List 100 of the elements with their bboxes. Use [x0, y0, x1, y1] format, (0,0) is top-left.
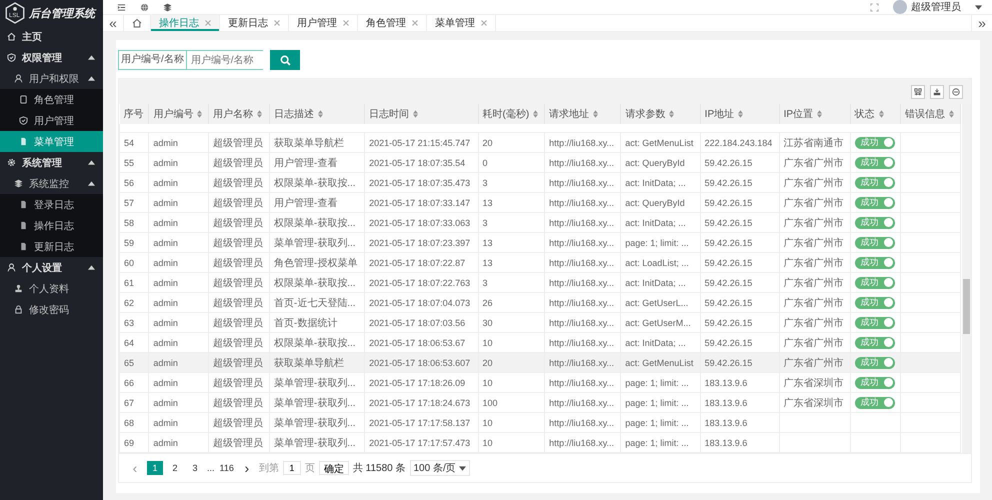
- table-cell: 2021-05-17 18:06:53.607: [364, 352, 478, 372]
- table-cell: 10: [478, 432, 545, 452]
- tab[interactable]: 更新日志: [220, 15, 289, 31]
- sort-icon[interactable]: [257, 110, 262, 118]
- table-cell: 2021-05-17 17:17:58.137: [364, 412, 478, 432]
- page-size-select[interactable]: 100 条/页: [410, 460, 470, 476]
- table-cell: 2021-05-17 21:15:45.747: [364, 132, 478, 152]
- column-header[interactable]: IP位置: [779, 104, 850, 124]
- column-header[interactable]: 错误信息: [900, 104, 960, 124]
- table-cell: admin: [148, 432, 209, 452]
- sidebar-item[interactable]: 系统监控: [0, 173, 103, 194]
- avatar[interactable]: [893, 0, 907, 14]
- sort-icon[interactable]: [817, 110, 822, 118]
- sort-icon[interactable]: [878, 110, 884, 118]
- table-cell: 菜单管理-获取列...: [269, 392, 365, 412]
- user-menu[interactable]: 超级管理员: [911, 0, 961, 14]
- table-cell: 2021-05-17 18:07:03.56: [364, 312, 478, 332]
- table-cell: act: QueryById: [620, 152, 700, 172]
- globe-icon[interactable]: [140, 2, 149, 12]
- table-cell: 超级管理员: [208, 312, 270, 332]
- table-cell: 超级管理员: [208, 432, 270, 452]
- table-cell: admin: [148, 392, 209, 412]
- sidebar-item[interactable]: 角色管理: [0, 89, 103, 110]
- table-cell: act: GetMenuList: [620, 132, 700, 152]
- table-cell: admin: [148, 152, 209, 172]
- menu-toggle-icon[interactable]: [117, 2, 126, 12]
- tab[interactable]: 用户管理: [289, 15, 358, 31]
- sidebar-item[interactable]: 操作日志: [0, 215, 103, 236]
- table-cell: 权限菜单-获取按...: [269, 272, 365, 292]
- scroll-left-button[interactable]: «: [103, 15, 124, 31]
- table-cell: 广东省深圳市: [779, 392, 850, 412]
- shield-check-icon: [19, 116, 28, 125]
- table-cell: 2021-05-17 17:18:24.673: [364, 392, 478, 412]
- table-cell: 广东省广州市: [779, 272, 850, 292]
- confirm-button[interactable]: 确定: [318, 461, 349, 475]
- column-header[interactable]: 用户编号: [148, 104, 209, 124]
- sidebar-item[interactable]: 登录日志: [0, 194, 103, 215]
- table-cell: 63: [120, 312, 149, 332]
- table-cell: 广东省广州市: [779, 312, 850, 332]
- sidebar-item[interactable]: 用户和权限: [0, 68, 103, 89]
- table-cell: 广东省广州市: [779, 152, 850, 172]
- sidebar-item[interactable]: 系统管理: [0, 152, 103, 173]
- table-cell: act: GetUserM...: [620, 312, 700, 332]
- print-button[interactable]: [949, 84, 963, 98]
- column-header[interactable]: 日志描述: [269, 104, 365, 124]
- table-cell: 权限菜单-获取按...: [269, 212, 365, 232]
- fullscreen-icon[interactable]: [870, 2, 879, 12]
- sidebar-item[interactable]: 修改密码: [0, 299, 103, 320]
- scroll-right-button[interactable]: »: [971, 15, 992, 31]
- columns-button[interactable]: [911, 84, 925, 98]
- column-header[interactable]: 日志时间: [364, 104, 478, 124]
- column-header[interactable]: 耗时(毫秒): [478, 104, 545, 124]
- table-cell: http://liu168.xy...: [544, 232, 621, 252]
- sidebar-item[interactable]: 主页: [0, 26, 103, 47]
- column-header[interactable]: 请求地址: [544, 104, 621, 124]
- table-cell: 超级管理员: [208, 292, 270, 312]
- close-icon[interactable]: [205, 20, 211, 26]
- page-button[interactable]: 2: [167, 461, 183, 475]
- column-header[interactable]: IP地址: [700, 104, 780, 124]
- page-input[interactable]: 1: [282, 461, 301, 475]
- sidebar-item[interactable]: 权限管理: [0, 47, 103, 68]
- tab[interactable]: 角色管理: [358, 15, 427, 31]
- sort-icon[interactable]: [533, 110, 538, 118]
- close-icon[interactable]: [412, 20, 418, 26]
- column-header[interactable]: 请求参数: [620, 104, 700, 124]
- column-header[interactable]: 用户名称: [208, 104, 270, 124]
- sidebar-item[interactable]: 个人资料: [0, 278, 103, 299]
- export-button[interactable]: [930, 84, 944, 98]
- table-cell: 59.42.26.15: [700, 352, 780, 372]
- tab[interactable]: 菜单管理: [427, 15, 496, 31]
- close-icon[interactable]: [343, 20, 349, 26]
- sort-icon[interactable]: [318, 110, 323, 118]
- sidebar-item[interactable]: 菜单管理: [0, 131, 103, 152]
- table-cell: 广东省深圳市: [779, 372, 850, 392]
- table-cell: act: LoadList; ...: [620, 252, 700, 272]
- close-icon[interactable]: [274, 20, 280, 26]
- sort-icon[interactable]: [197, 110, 202, 118]
- sidebar-item[interactable]: 用户管理: [0, 110, 103, 131]
- table-cell: 广东省广州市: [779, 292, 850, 312]
- table-cell: 超级管理员: [208, 392, 270, 412]
- next-page-button[interactable]: ›: [238, 461, 255, 475]
- page-button[interactable]: 116: [218, 461, 235, 475]
- sort-icon[interactable]: [738, 110, 744, 118]
- page-button[interactable]: 3: [187, 461, 203, 475]
- table-cell: 用户管理-查看: [269, 192, 365, 212]
- table-cell: 菜单管理-获取列...: [269, 432, 365, 452]
- page-button[interactable]: 1: [147, 461, 163, 475]
- table-cell: 13: [478, 232, 545, 252]
- table-cell: 59.42.26.15: [700, 172, 780, 192]
- sort-icon[interactable]: [949, 110, 954, 118]
- sort-icon[interactable]: [413, 110, 418, 118]
- sort-icon[interactable]: [669, 110, 674, 118]
- sort-icon[interactable]: [593, 110, 598, 118]
- scrollbar[interactable]: [962, 104, 971, 453]
- layers-icon[interactable]: [163, 2, 172, 12]
- sidebar-item[interactable]: 更新日志: [0, 236, 103, 257]
- column-header[interactable]: 状态: [850, 104, 901, 124]
- table-cell: admin: [148, 292, 209, 312]
- close-icon[interactable]: [481, 20, 487, 26]
- sidebar-item[interactable]: 个人设置: [0, 257, 103, 278]
